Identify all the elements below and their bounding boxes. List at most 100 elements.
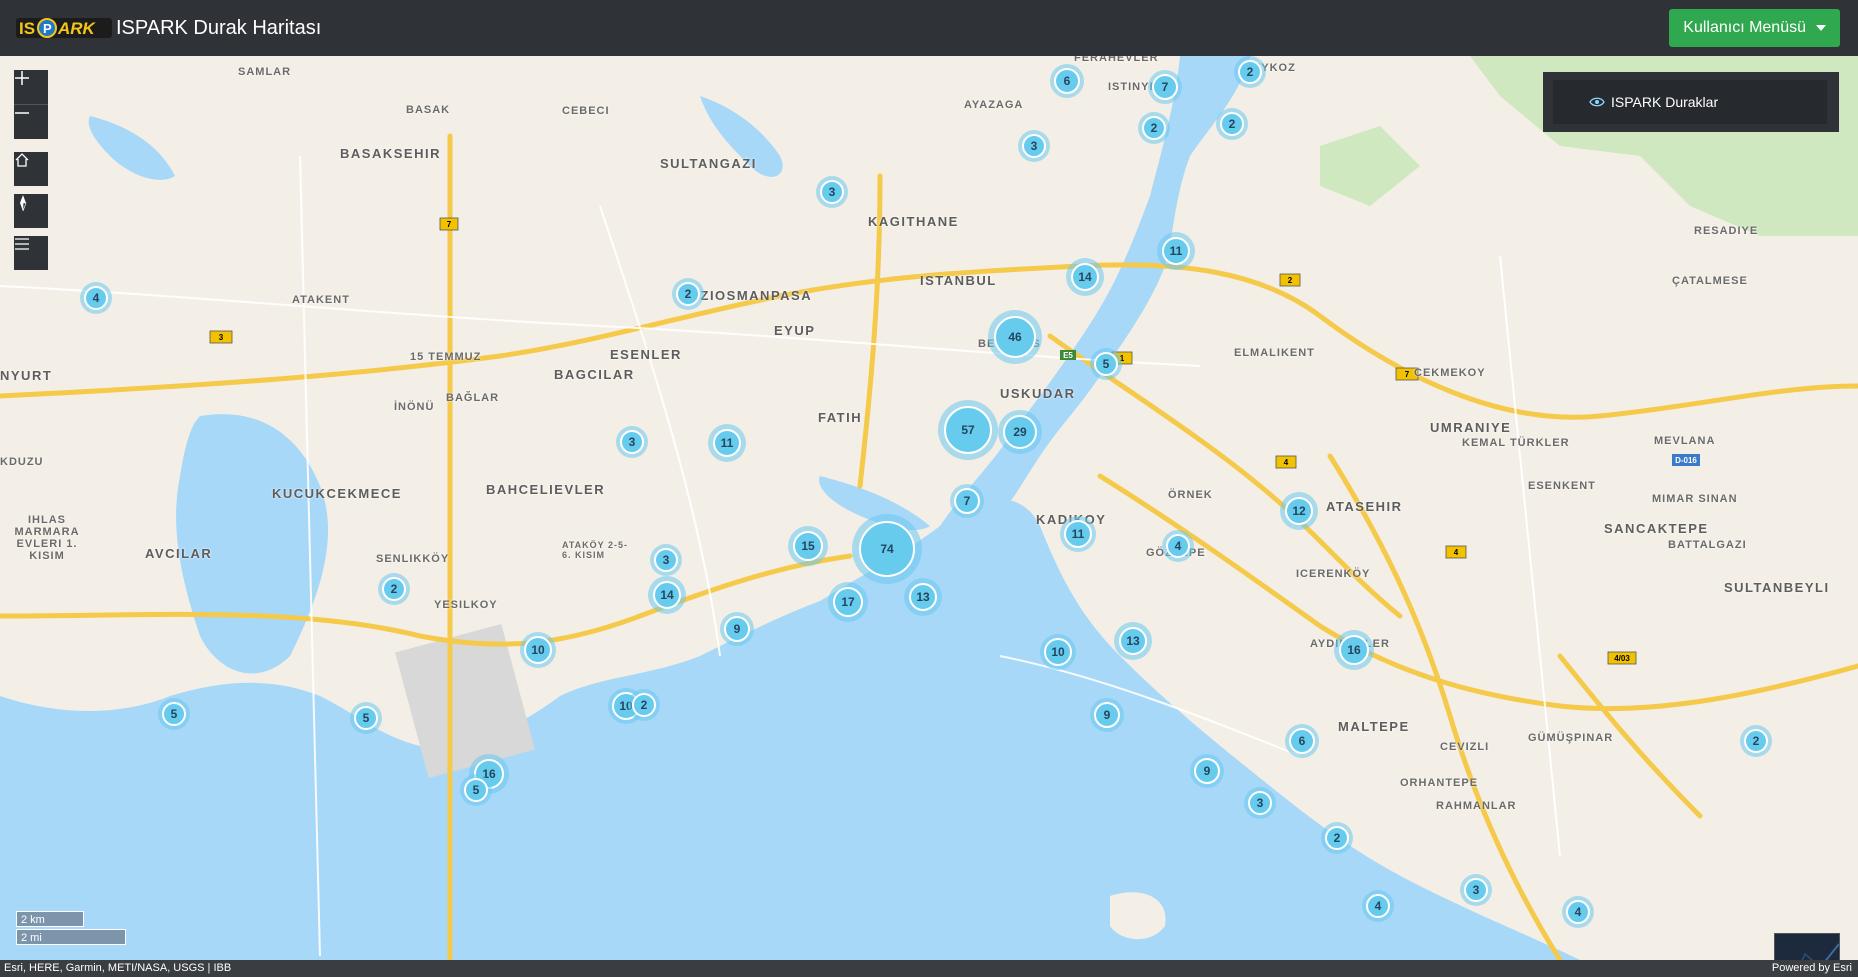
stop-cluster[interactable]: 6 [1050,64,1084,98]
stop-cluster[interactable]: 17 [828,582,868,622]
stop-cluster[interactable]: 11 [708,424,746,462]
stop-cluster[interactable]: 5 [350,702,382,734]
stop-cluster[interactable]: 2 [378,573,410,605]
cluster-count: 2 [1142,116,1166,140]
powered-by-esri-link[interactable]: Powered by Esri [1772,960,1852,977]
overview-map-image [1801,943,1839,960]
stop-cluster[interactable]: 10 [520,632,556,668]
compass-button[interactable] [14,194,48,228]
cluster-count: 3 [654,548,678,572]
road-shield-7: 7 [447,220,452,229]
cluster-count: 5 [464,778,488,802]
place-label: 15 TEMMUZ [410,351,482,363]
place-label: ATAKÖY 2-5-6. KISIM [562,540,629,560]
stop-cluster[interactable]: 3 [816,176,848,208]
cluster-count: 3 [1248,791,1272,815]
stop-cluster[interactable]: 29 [998,410,1042,454]
stop-cluster[interactable]: 6 [1285,724,1319,758]
stop-cluster[interactable]: 9 [720,612,754,646]
stop-cluster[interactable]: 9 [1190,754,1224,788]
stop-cluster[interactable]: 16 [1334,630,1374,670]
stop-cluster[interactable]: 7 [950,484,984,518]
place-label: KAGITHANE [868,214,959,229]
place-label: KUCUKCEKMECE [272,486,402,501]
eye-icon[interactable] [1589,96,1605,108]
stop-cluster[interactable]: 74 [852,514,922,584]
stop-cluster[interactable]: 4 [1562,896,1594,928]
stop-cluster[interactable]: 2 [1321,822,1353,854]
stop-cluster[interactable]: 2 [628,689,660,721]
stop-cluster[interactable]: 4 [80,282,112,314]
cluster-count: 14 [653,581,681,609]
zoom-in-button[interactable] [14,70,48,104]
cluster-count: 2 [1238,60,1262,84]
place-label: ELMALIKENT [1234,347,1315,359]
stop-cluster[interactable]: 9 [1090,698,1124,732]
svg-text:IS: IS [19,19,35,38]
stop-cluster[interactable]: 2 [1216,108,1248,140]
stop-cluster[interactable]: 10 [1040,634,1076,670]
stop-cluster[interactable]: 13 [904,578,942,616]
place-label: İNÖNÜ [394,401,435,413]
layer-list-panel: ISPARK Duraklar [1543,72,1839,132]
road-shield-7b: 7 [1405,370,1410,379]
stop-cluster[interactable]: 5 [460,774,492,806]
stop-cluster[interactable]: 2 [1138,112,1170,144]
cluster-count: 5 [1094,352,1118,376]
stop-cluster[interactable]: 3 [1018,130,1050,162]
place-label: FATIH [818,410,863,425]
cluster-count: 4 [1566,900,1590,924]
place-label: KEMAL TÜRKLER [1462,437,1570,449]
stop-cluster[interactable]: 5 [1090,348,1122,380]
app-title: ISPARK Durak Haritası [116,16,322,39]
user-menu-button[interactable]: Kullanıcı Menüsü [1669,9,1840,47]
place-label: ATASEHIR [1326,499,1403,514]
ispark-logo: IS P ARK [16,15,112,41]
stop-cluster[interactable]: 3 [650,544,682,576]
stop-cluster[interactable]: 12 [1280,492,1318,530]
stop-cluster[interactable]: 57 [938,400,998,460]
place-label: BAHCELIEVLER [486,482,606,497]
home-button[interactable] [14,152,48,186]
stop-cluster[interactable]: 3 [1244,787,1276,819]
stop-cluster[interactable]: 2 [672,278,704,310]
plus-icon [15,71,29,85]
place-label: USKUDAR [1000,386,1076,401]
stop-cluster[interactable]: 14 [648,576,686,614]
layer-list-button[interactable] [14,236,48,270]
stop-cluster[interactable]: 13 [1114,622,1152,660]
basemap: 7 3 2 7 1 4 4 4/03 E5 D-016 [0,56,1858,960]
cluster-count: 2 [1325,826,1349,850]
stop-cluster[interactable]: 15 [788,526,828,566]
place-label: BASAK [406,104,451,116]
stop-cluster[interactable]: 3 [616,426,648,458]
stop-cluster[interactable]: 4 [1162,530,1194,562]
zoom-out-button[interactable] [14,104,48,139]
scale-bar-km: 2 km [16,911,84,927]
stop-cluster[interactable]: 4 [1362,890,1394,922]
stop-cluster[interactable]: 7 [1148,70,1182,104]
place-label: ORHANTEPE [1400,777,1479,789]
overview-map[interactable] [1774,933,1840,960]
stop-cluster[interactable]: 2 [1234,56,1266,88]
cluster-count: 17 [833,587,863,617]
cluster-count: 9 [1194,758,1220,784]
stop-cluster[interactable]: 11 [1060,516,1096,552]
stop-cluster[interactable]: 2 [1740,725,1772,757]
stop-cluster[interactable]: 11 [1157,232,1195,270]
cluster-count: 2 [676,282,700,306]
stop-cluster[interactable]: 46 [988,310,1042,364]
stop-cluster[interactable]: 5 [158,698,190,730]
road-shield-403: 4/03 [1614,654,1630,663]
cluster-count: 9 [1094,702,1120,728]
layer-item-ispark-duraklar[interactable]: ISPARK Duraklar [1553,80,1827,124]
stop-cluster[interactable]: 14 [1066,258,1104,296]
place-label: RESADIYE [1694,225,1759,237]
cluster-count: 3 [620,430,644,454]
stop-cluster[interactable]: 3 [1460,874,1492,906]
map-view[interactable]: 7 3 2 7 1 4 4 4/03 E5 D-016 BASAKSEHIR S… [0,56,1858,960]
road-shield-e5: E5 [1063,351,1073,360]
cluster-count: 74 [859,521,915,577]
place-label: CEBECI [562,105,610,117]
cluster-count: 4 [84,286,108,310]
